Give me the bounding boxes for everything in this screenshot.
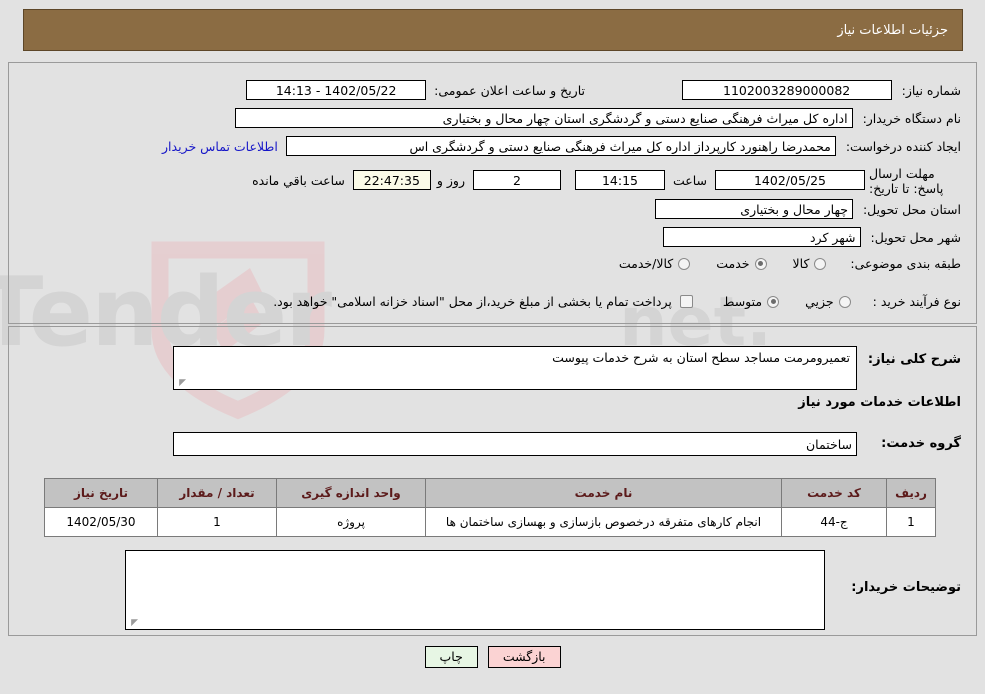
buyer-notes-label: توضیحات خریدار: xyxy=(851,580,961,595)
table-header-row-no: ردیف xyxy=(886,478,936,508)
page-header: جزئیات اطلاعات نیاز xyxy=(23,9,963,51)
creator-row: ایجاد کننده درخواست: محمدرضا راهنورد کار… xyxy=(162,136,961,156)
remaining-days-label: روز و xyxy=(436,172,465,188)
need-number-row: شماره نیاز: 1102003289000082 xyxy=(681,80,961,100)
purchase-type-label: نوع فرآیند خرید : xyxy=(872,294,961,309)
deadline-label-block: مهلت ارسال پاسخ: تا تاریخ: xyxy=(869,166,961,196)
creator-label: ایجاد کننده درخواست: xyxy=(845,138,961,154)
city-label: شهر محل تحویل: xyxy=(870,229,961,245)
purchase-type-row: نوع فرآیند خرید : جزیي متوسط پرداخت تمام… xyxy=(273,294,961,309)
category-label: طبقه بندی موضوعی: xyxy=(850,256,961,271)
deadline-time-label: ساعت xyxy=(672,172,707,188)
table-header-quantity: تعداد / مقدار xyxy=(157,478,277,508)
deadline-time-field[interactable]: 14:15 xyxy=(574,170,665,190)
services-info-title: اطلاعات خدمات مورد نیاز xyxy=(798,395,961,410)
radio-icon[interactable] xyxy=(754,257,767,270)
buyer-notes-label-wrap: توضیحات خریدار: xyxy=(851,580,961,595)
buyer-org-label: نام دستگاه خریدار: xyxy=(862,110,961,126)
radio-icon[interactable] xyxy=(678,257,691,270)
city-row: شهر محل تحویل: شهر کرد xyxy=(662,227,961,247)
category-option-2[interactable]: کالا/خدمت xyxy=(618,256,691,271)
need-number-label: شماره نیاز: xyxy=(901,82,961,98)
cell-quantity: 1 xyxy=(157,507,277,537)
table-header-unit: واحد اندازه گیری xyxy=(276,478,426,508)
creator-field[interactable]: محمدرضا راهنورد کارپرداز اداره کل میراث … xyxy=(285,136,836,156)
radio-icon[interactable] xyxy=(767,295,780,308)
buyer-org-field[interactable]: اداره کل میراث فرهنگی صنایع دستی و گردشگ… xyxy=(234,108,853,128)
countdown-field: 22:47:35 xyxy=(352,170,431,190)
deadline-label: مهلت ارسال پاسخ: تا تاریخ: xyxy=(869,166,944,196)
service-group-row: گروه خدمت: xyxy=(881,436,961,451)
announce-datetime-row: تاریخ و ساعت اعلان عمومی: 1402/05/22 - 1… xyxy=(246,80,585,100)
general-desc-value: تعمیرومرمت مساجد سطح استان به شرح خدمات … xyxy=(552,350,850,365)
table-header-service-code: کد خدمت xyxy=(781,478,887,508)
buyer-contact-link[interactable]: اطلاعات تماس خریدار xyxy=(162,139,278,154)
back-button[interactable]: بازگشت xyxy=(487,646,561,668)
cell-unit: پروژه xyxy=(276,507,426,537)
category-option-1-label: خدمت xyxy=(716,256,750,271)
province-row: استان محل تحویل: چهار محال و بختیاری xyxy=(654,199,961,219)
general-desc-label: شرح کلی نیاز: xyxy=(867,352,961,367)
table-header-service-name: نام خدمت xyxy=(425,478,782,508)
category-option-0-label: کالا xyxy=(792,256,810,271)
table-header-need-date: تاریخ نیاز xyxy=(44,478,158,508)
treasury-checkbox[interactable] xyxy=(679,295,693,308)
purchase-type-option-1[interactable]: متوسط xyxy=(722,294,780,309)
announce-datetime-field[interactable]: 1402/05/22 - 14:13 xyxy=(246,80,427,100)
services-table: ردیف کد خدمت نام خدمت واحد اندازه گیری ت… xyxy=(44,478,936,537)
deadline-date-field[interactable]: 1402/05/25 xyxy=(715,170,865,190)
remaining-days-field[interactable]: 2 xyxy=(472,170,561,190)
purchase-type-option-1-label: متوسط xyxy=(722,294,763,309)
resize-grip-icon[interactable]: ◤ xyxy=(128,618,138,628)
table-header-row: ردیف کد خدمت نام خدمت واحد اندازه گیری ت… xyxy=(44,478,936,508)
print-button[interactable]: چاپ xyxy=(424,646,478,668)
category-option-0[interactable]: کالا xyxy=(793,256,827,271)
category-row: طبقه بندی موضوعی: کالا خدمت کالا/خدمت xyxy=(619,256,961,271)
cell-service-code: ج-44 xyxy=(781,507,887,537)
service-group-field[interactable]: ساختمان xyxy=(173,432,857,456)
province-field[interactable]: چهار محال و بختیاری xyxy=(654,199,853,219)
table-row[interactable]: 1 ج-44 انجام کارهای متفرقه درخصوص بازساز… xyxy=(44,507,936,537)
general-desc-textarea[interactable]: تعمیرومرمت مساجد سطح استان به شرح خدمات … xyxy=(173,346,857,390)
cell-need-date: 1402/05/30 xyxy=(44,507,158,537)
resize-grip-icon[interactable]: ◤ xyxy=(176,378,186,388)
purchase-type-option-0[interactable]: جزیي xyxy=(805,294,851,309)
service-group-label: گروه خدمت: xyxy=(881,436,961,451)
countdown-label: ساعت باقي مانده xyxy=(252,172,345,188)
radio-icon[interactable] xyxy=(838,295,851,308)
need-number-field[interactable]: 1102003289000082 xyxy=(681,80,892,100)
category-option-2-label: کالا/خدمت xyxy=(618,256,674,271)
general-desc-label-wrap: شرح کلی نیاز: xyxy=(868,352,961,367)
announce-datetime-label: تاریخ و ساعت اعلان عمومی: xyxy=(434,82,585,98)
page-title: جزئیات اطلاعات نیاز xyxy=(837,22,948,38)
radio-icon[interactable] xyxy=(814,257,827,270)
category-option-1[interactable]: خدمت xyxy=(716,256,767,271)
cell-row-no: 1 xyxy=(886,507,936,537)
cell-service-name: انجام کارهای متفرقه درخصوص بازسازی و بهس… xyxy=(425,507,782,537)
city-field[interactable]: شهر کرد xyxy=(662,227,861,247)
treasury-note: پرداخت تمام یا بخشی از مبلغ خرید،از محل … xyxy=(273,294,672,309)
services-info-title-wrap: اطلاعات خدمات مورد نیاز xyxy=(798,395,961,410)
purchase-type-option-0-label: جزیي xyxy=(805,294,834,309)
buyer-notes-textarea[interactable]: ◤ xyxy=(125,550,825,630)
deadline-row: 1402/05/25 ساعت 14:15 2 روز و 22:47:35 س… xyxy=(252,170,865,190)
buyer-org-row: نام دستگاه خریدار: اداره کل میراث فرهنگی… xyxy=(234,108,961,128)
action-button-bar: بازگشت چاپ xyxy=(0,646,985,668)
top-info-panel xyxy=(8,62,977,324)
province-label: استان محل تحویل: xyxy=(862,201,961,217)
